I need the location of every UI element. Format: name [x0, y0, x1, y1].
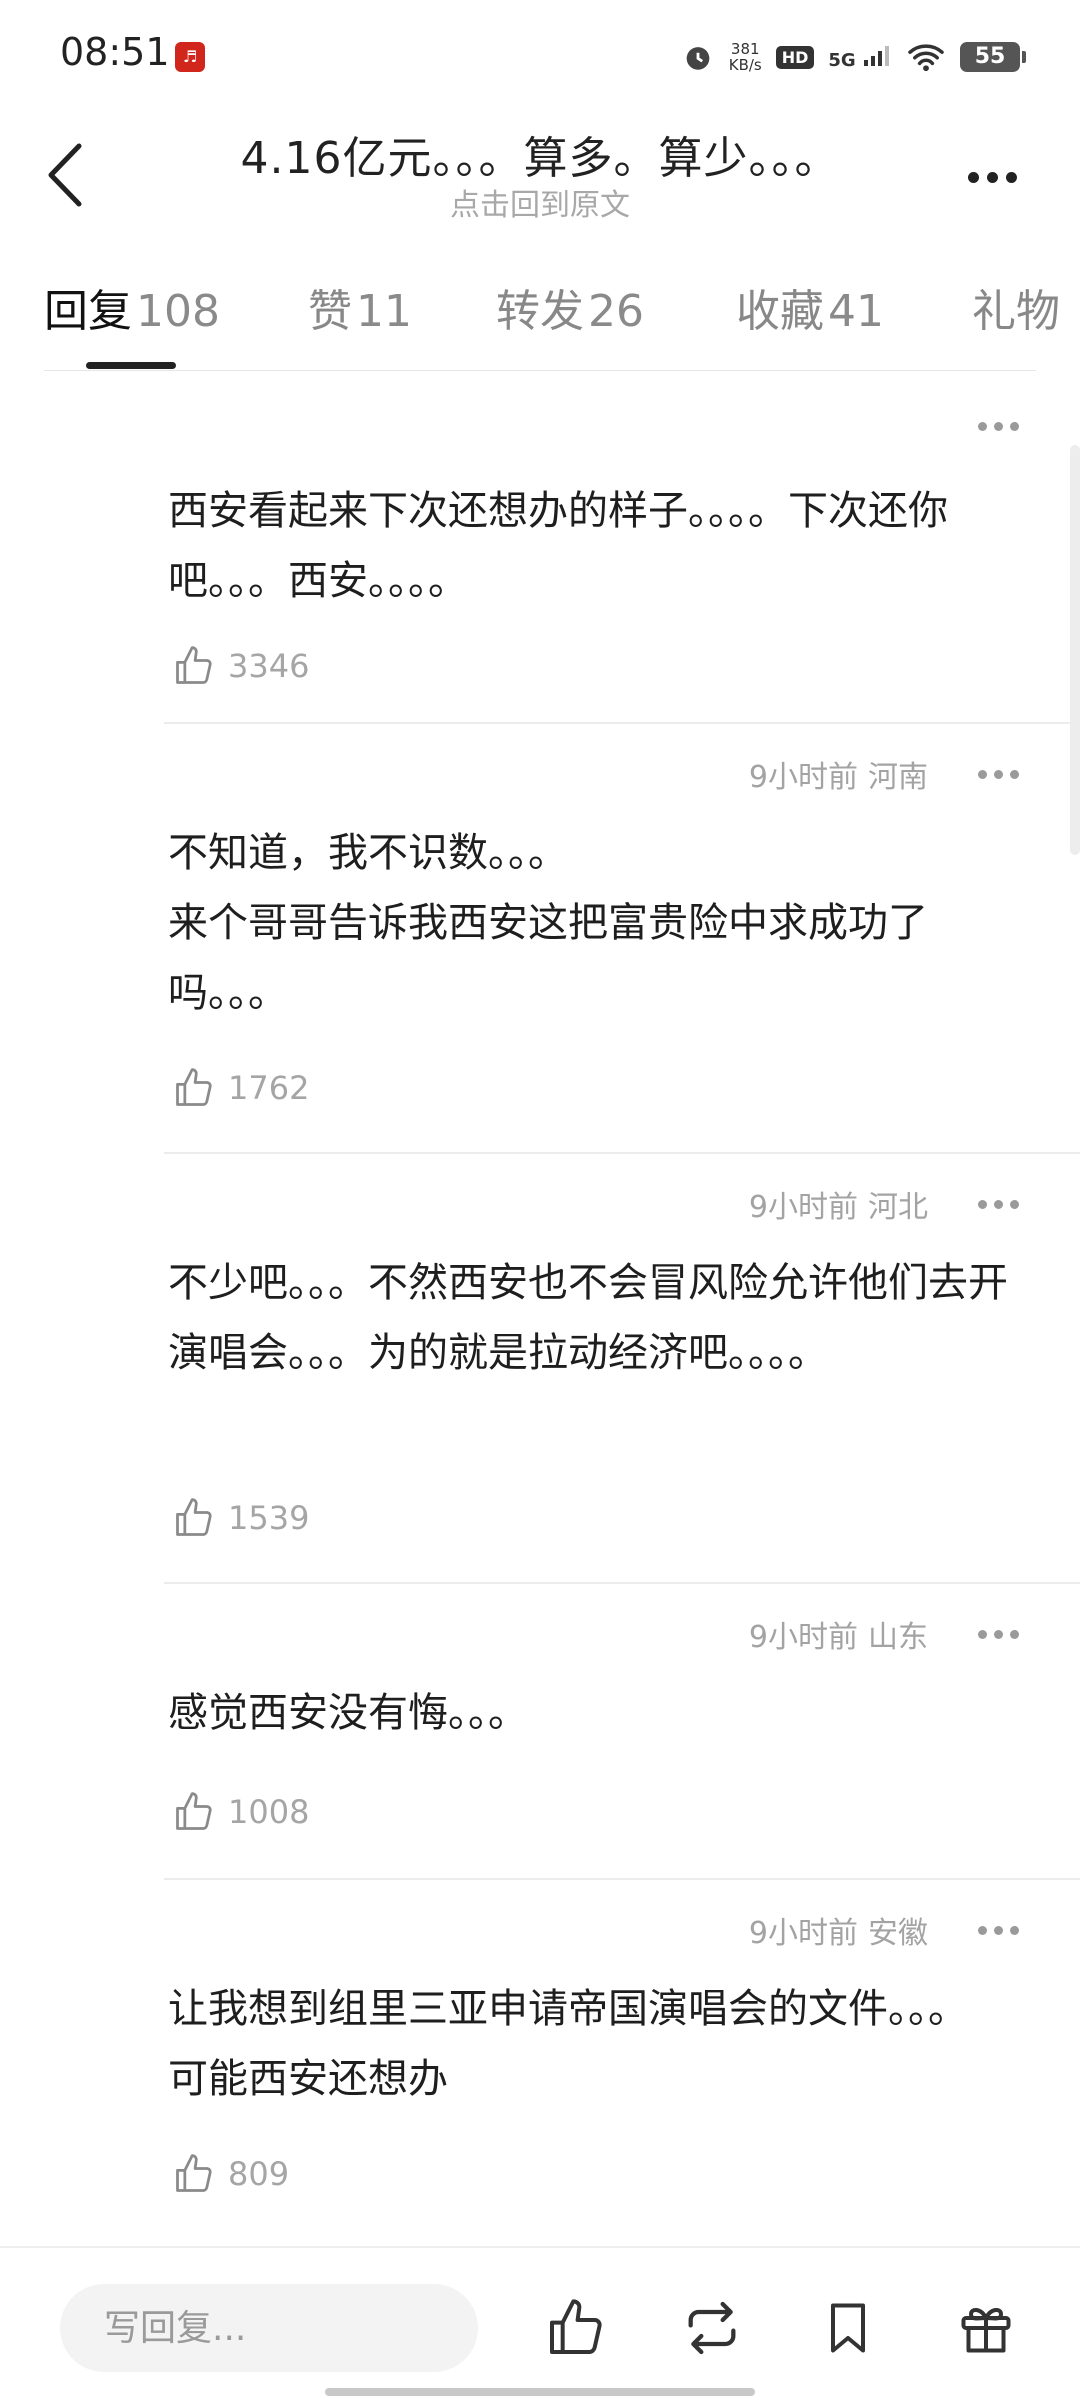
- network-speed: 381 KB/s: [728, 40, 762, 74]
- status-time: 08:51: [60, 30, 170, 74]
- reply-input[interactable]: [60, 2284, 478, 2372]
- top-nav: 4.16亿元。。。算多。算少。。。 点击回到原文: [0, 110, 1080, 240]
- battery-icon: 55: [960, 42, 1026, 72]
- comment-text: 西安看起来下次还想办的样子。。。。下次还你吧。。。西安。。。。: [168, 488, 948, 604]
- comment-meta: 9小时前 河北: [749, 1174, 1028, 1234]
- tab-reposts[interactable]: 转发26: [496, 275, 644, 339]
- repost-button[interactable]: [676, 2292, 748, 2364]
- comment-location: 河北: [868, 1190, 928, 1225]
- tab-bar: 回复108 赞11 转发26 收藏41 礼物: [0, 255, 1080, 365]
- like-count: 1762: [228, 1069, 310, 1107]
- hd-badge: HD: [775, 45, 815, 69]
- comment-item: 9小时前 山东 感觉西安没有悔。。。 1008: [0, 1584, 1080, 1880]
- page-title[interactable]: 4.16亿元。。。算多。算少。。。: [0, 122, 1080, 186]
- comment-meta: 9小时前 河南: [749, 744, 1028, 804]
- back-to-original-link[interactable]: 点击回到原文: [0, 180, 1080, 224]
- comment-item: 9小时前 安徽 让我想到组里三亚申请帝国演唱会的文件。。。可能西安还想办 809: [0, 1880, 1080, 2240]
- comment-text: 不知道，我不识数。。。 来个哥哥告诉我西安这把富贵险中求成功了吗。。。: [168, 830, 928, 1016]
- comment-item: 西安看起来下次还想办的样子。。。。下次还你吧。。。西安。。。。 3346: [0, 372, 1080, 724]
- comment-time: 9小时前: [748, 1620, 858, 1655]
- wifi-icon: [908, 44, 944, 72]
- more-dots-icon: [967, 171, 979, 183]
- gift-button[interactable]: [950, 2292, 1022, 2364]
- comment-meta: 9小时前 山东: [749, 1604, 1028, 1664]
- comment-location: 河南: [868, 760, 928, 795]
- comment-more-button[interactable]: [968, 406, 1028, 446]
- comment-time: 9小时前: [748, 1916, 858, 1951]
- status-bar: 08:51 ♬ 381 KB/s HD 5G 55: [0, 0, 1080, 110]
- like-count: 1008: [228, 1793, 310, 1831]
- tab-gifts[interactable]: 礼物: [972, 275, 1064, 339]
- like-button[interactable]: 1008: [172, 1782, 309, 1842]
- tabs-divider: [44, 370, 1036, 371]
- comment-more-button[interactable]: [968, 1614, 1028, 1654]
- comment-text: 感觉西安没有悔。。。: [168, 1690, 528, 1736]
- like-count: 809: [228, 2155, 290, 2193]
- bottom-action-bar: [0, 2246, 1080, 2402]
- gift-icon: [961, 2308, 1011, 2353]
- more-options-button[interactable]: [952, 152, 1032, 202]
- like-button[interactable]: 3346: [172, 636, 309, 696]
- comment-meta: 9小时前 安徽: [749, 1900, 1028, 1960]
- like-button[interactable]: 809: [172, 2144, 289, 2204]
- app-notification-icon: ♬: [175, 42, 205, 72]
- status-icons: 381 KB/s HD 5G 55: [681, 34, 1026, 80]
- comment-location: 安徽: [868, 1916, 928, 1951]
- active-tab-indicator: [86, 362, 176, 369]
- thumbs-up-icon: [176, 1068, 212, 1106]
- thumbs-up-icon: [176, 1498, 212, 1536]
- comment-item: 9小时前 河南 不知道，我不识数。。。 来个哥哥告诉我西安这把富贵险中求成功了吗…: [0, 724, 1080, 1154]
- tab-likes[interactable]: 赞11: [308, 275, 412, 339]
- like-count: 3346: [228, 647, 310, 685]
- like-post-button[interactable]: [540, 2292, 612, 2364]
- comment-list: 西安看起来下次还想办的样子。。。。下次还你吧。。。西安。。。。 3346 9小时…: [0, 372, 1080, 2240]
- like-count: 1539: [228, 1499, 310, 1537]
- home-indicator[interactable]: [325, 2388, 755, 2396]
- thumbs-up-icon: [176, 646, 212, 684]
- repost-icon: [688, 2301, 736, 2355]
- comment-time: 9小时前: [748, 1190, 858, 1225]
- comment-more-button[interactable]: [968, 1184, 1028, 1224]
- comment-more-button[interactable]: [968, 754, 1028, 794]
- comment-text: 让我想到组里三亚申请帝国演唱会的文件。。。可能西安还想办: [168, 1986, 968, 2102]
- tab-replies[interactable]: 回复108: [44, 275, 220, 339]
- thumbs-up-icon: [176, 2154, 212, 2192]
- comment-more-button[interactable]: [968, 1910, 1028, 1950]
- alarm-icon: [686, 47, 710, 70]
- comment-time: 9小时前: [748, 760, 858, 795]
- bookmark-icon: [831, 2303, 865, 2353]
- thumbs-up-icon: [176, 1792, 212, 1830]
- bookmark-button[interactable]: [812, 2292, 884, 2364]
- tab-favorites[interactable]: 收藏41: [736, 275, 884, 339]
- comment-text: 不少吧。。。不然西安也不会冒风险允许他们去开演唱会。。。为的就是拉动经济吧。。。…: [168, 1260, 1008, 1376]
- like-button[interactable]: 1762: [172, 1058, 309, 1118]
- comment-location: 山东: [868, 1620, 928, 1655]
- comment-meta: [918, 396, 1028, 456]
- thumbs-up-icon: [550, 2299, 602, 2354]
- like-button[interactable]: 1539: [172, 1488, 309, 1548]
- comment-item: 9小时前 河北 不少吧。。。不然西安也不会冒风险允许他们去开演唱会。。。为的就是…: [0, 1154, 1080, 1584]
- cellular-signal-icon: 5G: [828, 44, 892, 71]
